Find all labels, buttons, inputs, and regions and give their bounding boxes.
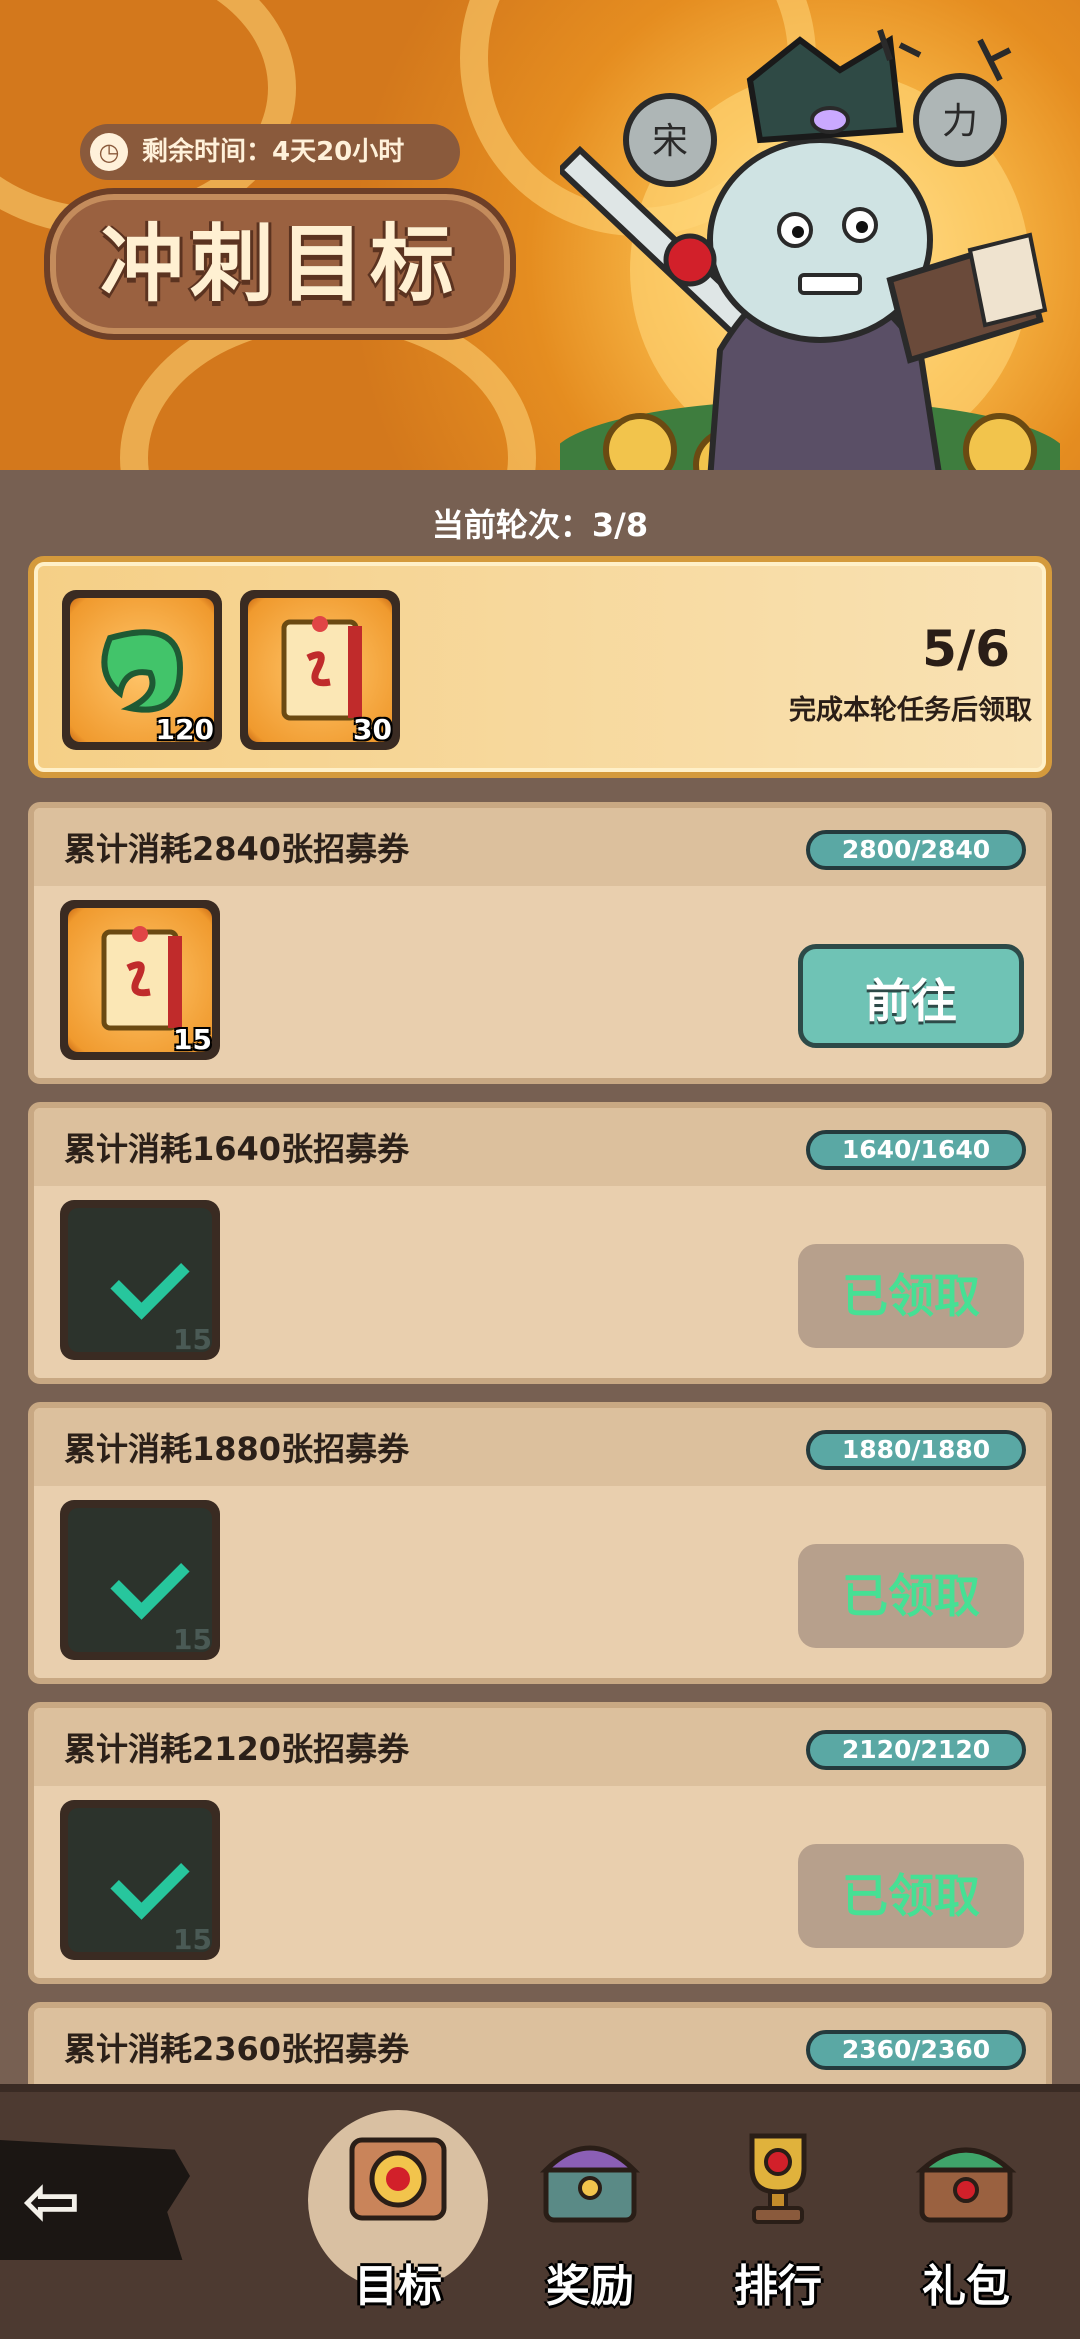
task-card: 累计消耗1880张招募券 1880/1880 15 已领取 (28, 1402, 1052, 1684)
svg-text:宋: 宋 (652, 121, 688, 162)
task-label: 累计消耗1640张招募券 (64, 1130, 410, 1168)
tab-label: 排行 (734, 2261, 822, 2312)
target-icon (349, 2137, 447, 2221)
current-round: 当前轮次：3/8 (431, 506, 649, 544)
reward-quantity: 15 (173, 1023, 212, 1056)
go-button[interactable]: 前往 (798, 944, 1024, 1048)
reward-quantity: 120 (155, 713, 214, 746)
clock-icon: ◷ (90, 133, 128, 171)
reward-quantity: 15 (173, 1923, 212, 1956)
hero-character-illustration: 宋 力 (560, 29, 1060, 480)
reward-quantity: 30 (353, 713, 392, 746)
chest-icon (539, 2145, 641, 2223)
claimed-button[interactable]: 已领取 (798, 1244, 1024, 1348)
page-title: 冲刺目标 (44, 188, 516, 340)
back-arrow-icon: ⇦ (22, 2160, 81, 2242)
remaining-time-badge: ◷ 剩余时间：4天20小时 (80, 124, 460, 180)
checkmark-icon (110, 1840, 190, 1920)
reward-quantity: 15 (173, 1623, 212, 1656)
round-reward-note: 完成本轮任务后领取 (789, 695, 1032, 726)
claimed-button[interactable]: 已领取 (798, 1844, 1024, 1948)
task-card: 累计消耗2840张招募券 2800/2840 15 前往 (28, 802, 1052, 1084)
task-progress-badge: 2800/2840 (806, 830, 1026, 870)
tab-ranking[interactable]: 排行 (688, 2110, 868, 2312)
task-reward-item[interactable]: 15 (60, 1500, 220, 1660)
task-progress-badge: 2360/2360 (806, 2030, 1026, 2070)
back-button[interactable]: ⇦ (0, 2140, 190, 2260)
gift-chest-icon (915, 2147, 1017, 2223)
task-card: 累计消耗2120张招募券 2120/2120 15 已领取 (28, 1702, 1052, 1984)
tab-target[interactable]: 目标 (308, 2110, 488, 2312)
round-reward-summary: 120 30 5/6 完成本轮任务后领取 (28, 556, 1052, 778)
reward-quantity: 15 (173, 1323, 212, 1356)
task-label: 累计消耗2360张招募券 (64, 2030, 410, 2068)
tab-rewards[interactable]: 奖励 (500, 2110, 680, 2312)
task-label: 累计消耗2840张招募券 (64, 830, 410, 868)
task-progress-badge: 1640/1640 (806, 1130, 1026, 1170)
task-label: 累计消耗1880张招募券 (64, 1430, 410, 1468)
jade-reward-item[interactable]: 120 (62, 590, 222, 750)
tab-label: 奖励 (546, 2261, 634, 2312)
scroll-reward-item[interactable]: 30 (240, 590, 400, 750)
checkmark-icon (110, 1240, 190, 1320)
tab-label: 目标 (354, 2261, 442, 2312)
checkmark-icon (110, 1540, 190, 1620)
task-reward-item[interactable]: 15 (60, 1200, 220, 1360)
task-card: 累计消耗1640张招募券 1640/1640 15 已领取 (28, 1102, 1052, 1384)
tab-gift-pack[interactable]: 礼包 (876, 2110, 1056, 2312)
task-progress-badge: 2120/2120 (806, 1730, 1026, 1770)
task-reward-item[interactable]: 15 (60, 900, 220, 1060)
task-label: 累计消耗2120张招募券 (64, 1730, 410, 1768)
tab-label: 礼包 (922, 2261, 1010, 2312)
remaining-time-text: 剩余时间：4天20小时 (142, 137, 405, 167)
round-progress: 5/6 (922, 620, 1010, 678)
svg-text:力: 力 (942, 101, 978, 142)
task-progress-badge: 1880/1880 (806, 1430, 1026, 1470)
trophy-icon (749, 2133, 807, 2224)
task-reward-item[interactable]: 15 (60, 1800, 220, 1960)
claimed-button[interactable]: 已领取 (798, 1544, 1024, 1648)
